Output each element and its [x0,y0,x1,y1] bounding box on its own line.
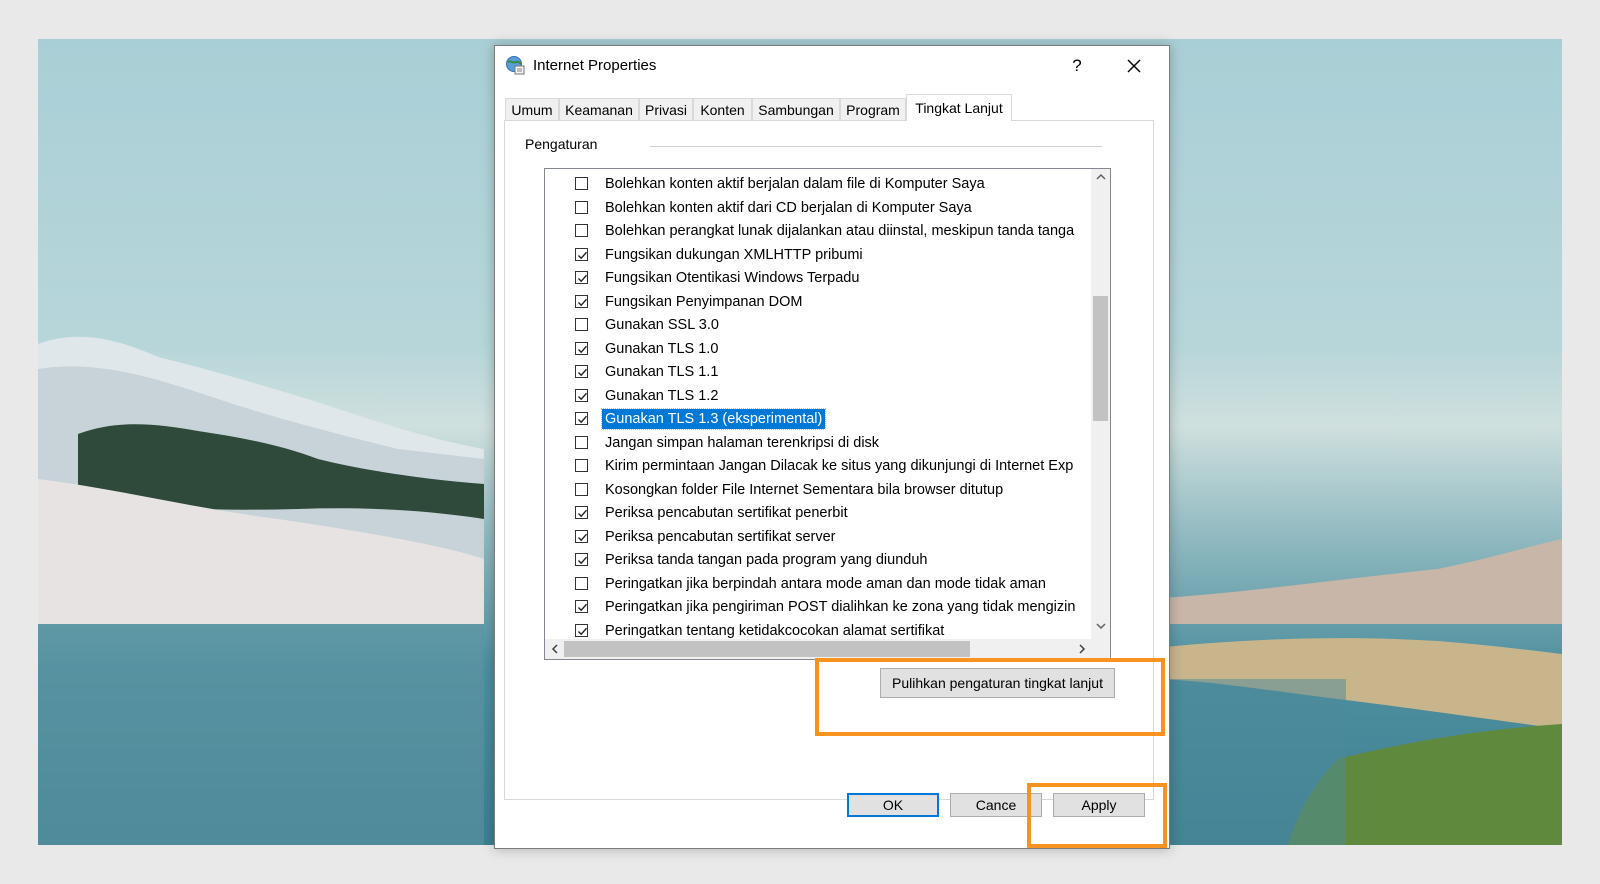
setting-checkbox[interactable] [575,271,588,284]
ok-button[interactable]: OK [847,793,939,817]
setting-checkbox[interactable] [575,388,588,402]
checkmark-icon [578,627,588,635]
vertical-scrollbar[interactable] [1091,169,1110,639]
setting-label: Peringatkan jika pengiriman POST dialihk… [605,599,1076,615]
setting-checkbox[interactable] [575,200,588,214]
horizontal-scrollbar[interactable] [545,639,1092,659]
checkmark-icon [578,345,588,353]
setting-label: Gunakan TLS 1.1 [605,364,719,380]
scroll-corner [1091,639,1110,659]
setting-checkbox[interactable] [575,435,588,449]
chevron-left-icon[interactable] [546,639,563,659]
setting-checkbox[interactable] [575,412,588,425]
setting-checkbox[interactable] [575,623,588,637]
setting-label: Gunakan TLS 1.0 [605,340,719,357]
vertical-scroll-thumb[interactable] [1093,296,1108,421]
close-icon [1127,59,1141,73]
setting-label: Kirim permintaan Jangan Dilacak ke situs… [605,458,1074,474]
setting-label: Bolehkan perangkat lunak dijalankan atau… [605,223,1075,239]
setting-label: Peringatkan tentang ketidakcocokan alama… [605,622,945,639]
close-button[interactable] [1109,50,1159,82]
tab-umum[interactable]: Umum [505,98,559,120]
setting-label: Bolehkan konten aktif dari CD berjalan d… [605,199,972,216]
window-title: Internet Properties [533,57,657,74]
horizontal-scroll-thumb[interactable] [564,641,970,657]
setting-checkbox[interactable] [575,553,588,566]
setting-label: Fungsikan Otentikasi Windows Terpadu [605,270,860,286]
checkmark-icon [578,298,588,306]
setting-checkbox[interactable] [575,318,588,331]
checkmark-icon [578,368,588,377]
highlight-box-apply [1027,783,1167,848]
group-divider [650,146,1102,147]
checkmark-icon [578,603,588,612]
setting-label: Fungsikan Penyimpanan DOM [605,293,803,310]
setting-checkbox[interactable] [575,506,588,519]
setting-label: Kosongkan folder File Internet Sementara… [605,481,1004,498]
checkmark-icon [578,392,588,400]
checkmark-icon [578,509,588,518]
tab-keamanan[interactable]: Keamanan [559,98,639,120]
checkmark-icon [578,415,588,424]
settings-list-items: Bolehkan konten aktif berjalan dalam fil… [545,169,1092,639]
tab-konten[interactable]: Konten [693,98,752,120]
chevron-right-icon[interactable] [1073,639,1090,659]
setting-checkbox[interactable] [575,529,588,543]
setting-checkbox[interactable] [575,600,588,613]
setting-label: Bolehkan konten aktif berjalan dalam fil… [605,176,985,192]
setting-label: Periksa pencabutan sertifikat server [605,528,836,545]
setting-checkbox[interactable] [575,341,588,355]
setting-checkbox[interactable] [575,177,588,190]
setting-label: Fungsikan dukungan XMLHTTP pribumi [605,246,863,263]
tab-privasi[interactable]: Privasi [639,98,693,120]
setting-label: Periksa pencabutan sertifikat penerbit [605,505,848,521]
setting-label: Gunakan SSL 3.0 [605,317,719,333]
internet-globe-icon [505,55,525,75]
setting-label: Jangan simpan halaman terenkripsi di dis… [605,434,880,451]
tab-program[interactable]: Program [840,98,906,120]
highlight-box-restore [815,658,1165,736]
settings-group-label: Pengaturan [525,136,598,152]
setting-label: Gunakan TLS 1.2 [605,387,719,404]
setting-label: Peringatkan jika berpindah antara mode a… [605,575,1046,592]
setting-checkbox[interactable] [575,459,588,472]
setting-checkbox[interactable] [575,294,588,308]
setting-checkbox[interactable] [575,365,588,378]
checkmark-icon [578,533,588,541]
chevron-down-icon[interactable] [1091,620,1110,637]
title-bar: Internet Properties ? [495,46,1169,86]
help-button[interactable]: ? [1055,50,1099,82]
setting-checkbox[interactable] [575,224,588,237]
checkmark-icon [578,251,588,259]
chevron-up-icon[interactable] [1091,171,1110,188]
tab-tingkat-lanjut[interactable]: Tingkat Lanjut [906,94,1012,121]
setting-label: Periksa tanda tangan pada program yang d… [605,552,928,568]
tab-sambungan[interactable]: Sambungan [752,98,840,120]
checkmark-icon [578,274,588,283]
setting-checkbox[interactable] [575,247,588,261]
settings-list[interactable]: Bolehkan konten aktif berjalan dalam fil… [544,168,1111,660]
checkmark-icon [578,556,588,565]
setting-checkbox[interactable] [575,576,588,590]
setting-checkbox[interactable] [575,482,588,496]
setting-label: Gunakan TLS 1.3 (eksperimental) [600,408,827,430]
